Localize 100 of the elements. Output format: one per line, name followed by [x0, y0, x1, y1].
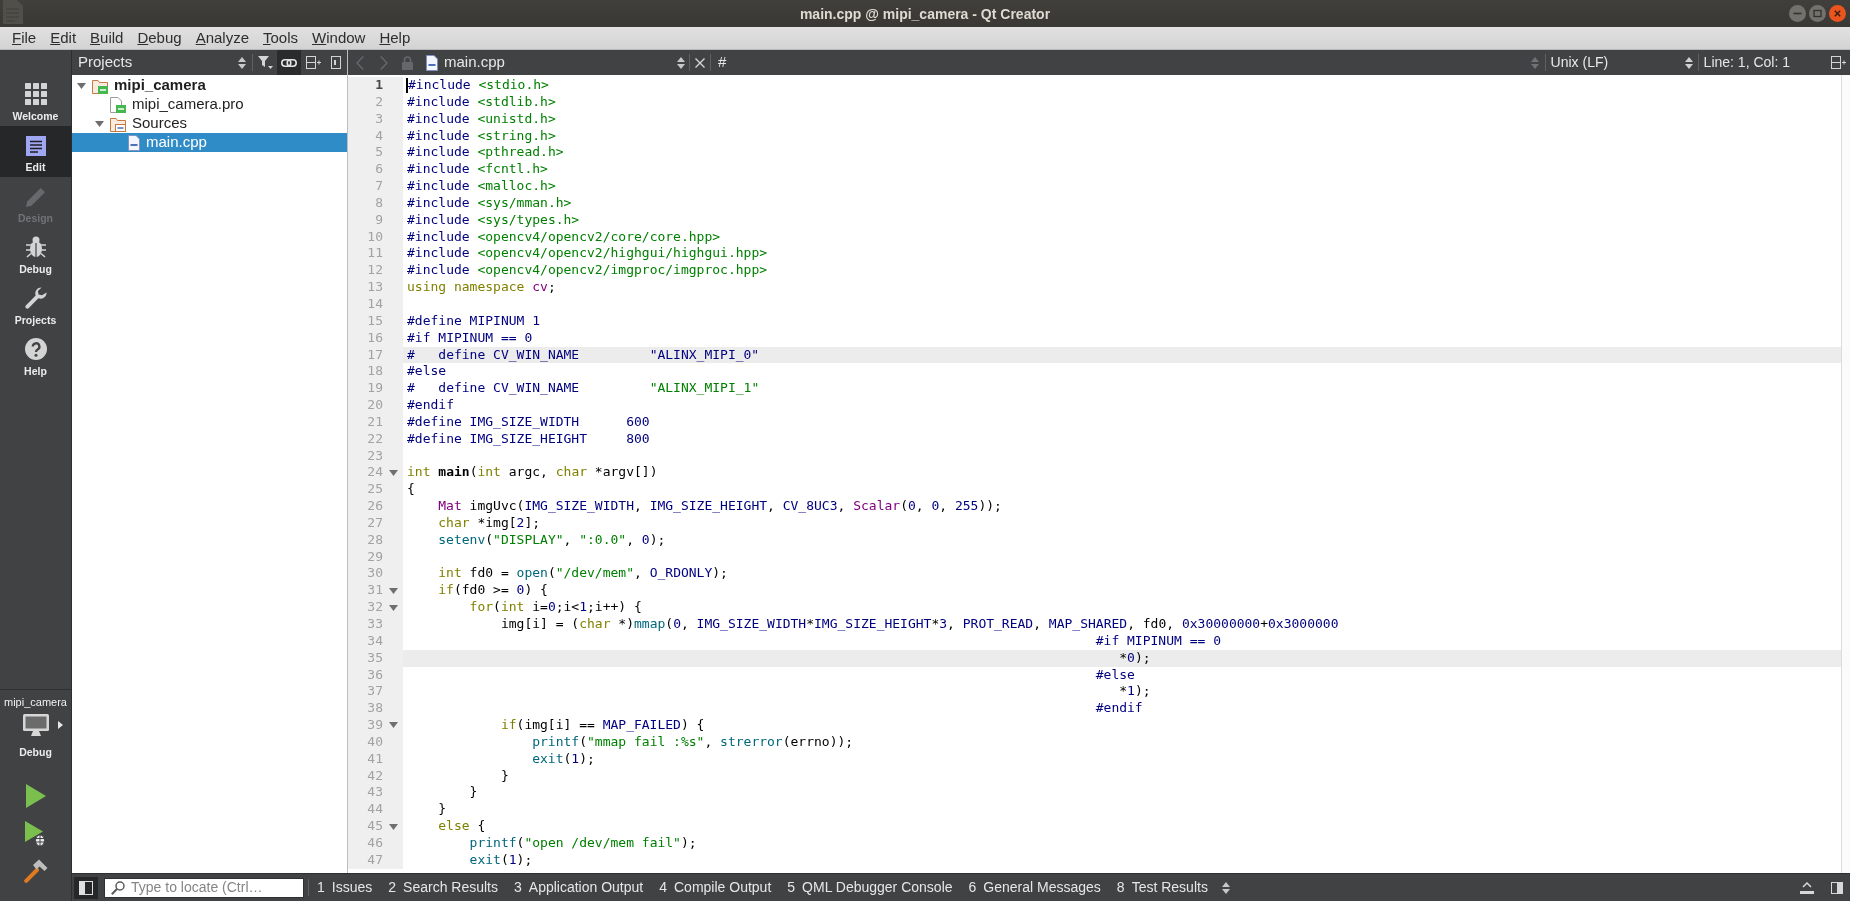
- folder-icon: [110, 115, 126, 132]
- tree-item[interactable]: main.cpp: [72, 133, 347, 152]
- mode-tab[interactable]: Help: [0, 330, 71, 381]
- line-ending-selector[interactable]: Unix (LF): [1545, 50, 1698, 75]
- monitor-icon[interactable]: [23, 714, 49, 736]
- code-line: #include <unistd.h>: [407, 110, 556, 126]
- tree-item[interactable]: mipi_camera: [72, 76, 347, 95]
- maximize-icon[interactable]: [1809, 5, 1826, 22]
- fold-caret-icon[interactable]: [388, 604, 398, 611]
- line-number: 32: [367, 599, 383, 616]
- menu-item[interactable]: Tools: [256, 29, 306, 47]
- code-line: #include <stdlib.h>: [407, 93, 556, 109]
- menu-item[interactable]: File: [5, 29, 44, 47]
- line-number: 17: [367, 346, 383, 364]
- code-line: #if MIPINUM == 0: [407, 329, 533, 345]
- line-number: 39: [367, 717, 383, 734]
- fold-caret-icon[interactable]: [388, 823, 398, 830]
- line-number: 3: [375, 110, 383, 128]
- sidebar-toggle-icon[interactable]: [1831, 881, 1843, 894]
- file-icon: [128, 134, 140, 151]
- pencil-icon: [25, 187, 46, 207]
- mode-tab[interactable]: Projects: [0, 279, 71, 330]
- code-line: # define CV_WIN_NAME "ALINX_MIPI_0": [407, 346, 760, 362]
- code-line: int main(int argc, char *argv[]): [407, 464, 658, 480]
- run-icon[interactable]: [25, 784, 46, 808]
- build-config-label: Debug: [19, 745, 52, 759]
- link-button[interactable]: [277, 50, 301, 75]
- code-line: #include <stdio.h>: [408, 77, 549, 92]
- menu-item[interactable]: Window: [305, 29, 373, 47]
- code-line: *1);: [1119, 683, 1151, 699]
- fold-caret-icon[interactable]: [388, 469, 398, 476]
- output-pane-tab[interactable]: 5 QML Debugger Console: [779, 874, 961, 901]
- file-icon: [426, 54, 438, 71]
- panel-icon: [331, 56, 341, 69]
- output-pane-tab[interactable]: 1 Issues: [309, 874, 381, 901]
- tree-item[interactable]: mipi_camera.pro: [72, 95, 347, 114]
- line-number: 6: [375, 161, 383, 179]
- output-pane-tab[interactable]: 2 Search Results: [380, 874, 506, 901]
- up-down-arrows-icon[interactable]: [1221, 881, 1230, 894]
- line-number: 13: [367, 279, 383, 296]
- caret-right-icon[interactable]: [58, 721, 63, 729]
- fold-caret-icon[interactable]: [388, 722, 398, 729]
- output-pane-tab[interactable]: 8 Test Results: [1108, 874, 1216, 901]
- maximize-panel-icon[interactable]: [1800, 881, 1814, 894]
- line-number: 29: [367, 548, 383, 566]
- line-number: 15: [367, 312, 383, 330]
- line-number: 37: [367, 683, 383, 701]
- run-with-bug-icon[interactable]: [25, 821, 46, 847]
- code-line: # define CV_WIN_NAME "ALINX_MIPI_1": [407, 380, 760, 396]
- code-line: printf("open /dev/mem fail");: [469, 834, 697, 850]
- line-number: 12: [367, 262, 383, 280]
- scrollbar-track[interactable]: [1841, 75, 1850, 873]
- sidebar-toggle-icon[interactable]: [74, 876, 98, 899]
- help-icon: [24, 338, 47, 360]
- code-line: else {: [438, 818, 486, 834]
- file-icon: [110, 96, 126, 113]
- line-number: 11: [367, 245, 383, 263]
- document-selector[interactable]: main.cpp: [442, 50, 689, 75]
- bug-icon: [25, 236, 46, 258]
- line-number: 8: [375, 194, 383, 212]
- menu-item[interactable]: Debug: [130, 29, 189, 47]
- menu-item[interactable]: Help: [372, 29, 418, 47]
- minimize-icon[interactable]: [1789, 5, 1806, 22]
- line-number: 41: [367, 750, 383, 768]
- output-pane-tab[interactable]: 3 Application Output: [506, 874, 652, 901]
- code-line: char *img[2];: [438, 514, 541, 530]
- locator-field[interactable]: Type to locate (Ctrl…: [104, 877, 304, 898]
- split-icon[interactable]: [1831, 56, 1846, 69]
- line-number: 1: [375, 77, 383, 94]
- output-pane-tab[interactable]: 4 Compile Output: [651, 874, 780, 901]
- code-line: printf("mmap fail :%s", strerror(errno));: [532, 733, 854, 749]
- line-number: 47: [367, 851, 383, 869]
- line-number: 40: [367, 733, 383, 751]
- symbol-selector[interactable]: #: [711, 50, 1545, 75]
- code-line: using namespace cv;: [407, 279, 556, 295]
- grid-icon: [24, 83, 47, 105]
- cursor-position[interactable]: Line: 1, Col: 1: [1703, 52, 1790, 73]
- menu-item[interactable]: Analyze: [188, 29, 256, 47]
- line-number: 21: [367, 413, 383, 431]
- output-pane-tab[interactable]: 6 General Messages: [960, 874, 1109, 901]
- mode-tab[interactable]: Edit: [0, 126, 71, 177]
- caret-down-icon[interactable]: [94, 120, 104, 127]
- caret-down-icon[interactable]: [76, 82, 86, 89]
- tree-item[interactable]: Sources: [72, 114, 347, 133]
- code-line: #include <opencv4/opencv2/highgui/highgui.hpp>: [407, 245, 768, 261]
- mode-tab[interactable]: Welcome: [0, 75, 71, 126]
- window-title: main.cpp @ mipi_camera - Qt Creator: [799, 5, 1051, 22]
- code-line: #include <sys/mman.h>: [407, 194, 572, 210]
- menu-item[interactable]: Build: [83, 29, 131, 47]
- up-down-arrows-icon: [238, 56, 246, 69]
- line-number: 45: [367, 818, 383, 835]
- line-number: 46: [367, 834, 383, 852]
- mode-tab[interactable]: Debug: [0, 228, 71, 279]
- close-icon[interactable]: [1829, 5, 1846, 22]
- search-icon: [111, 880, 125, 895]
- code-line: setenv("DISPLAY", ":0.0", 0);: [438, 531, 666, 547]
- hammer-icon[interactable]: [23, 859, 48, 883]
- code-line: #include <string.h>: [407, 127, 556, 143]
- menu-item[interactable]: Edit: [43, 29, 84, 47]
- fold-caret-icon[interactable]: [388, 587, 398, 594]
